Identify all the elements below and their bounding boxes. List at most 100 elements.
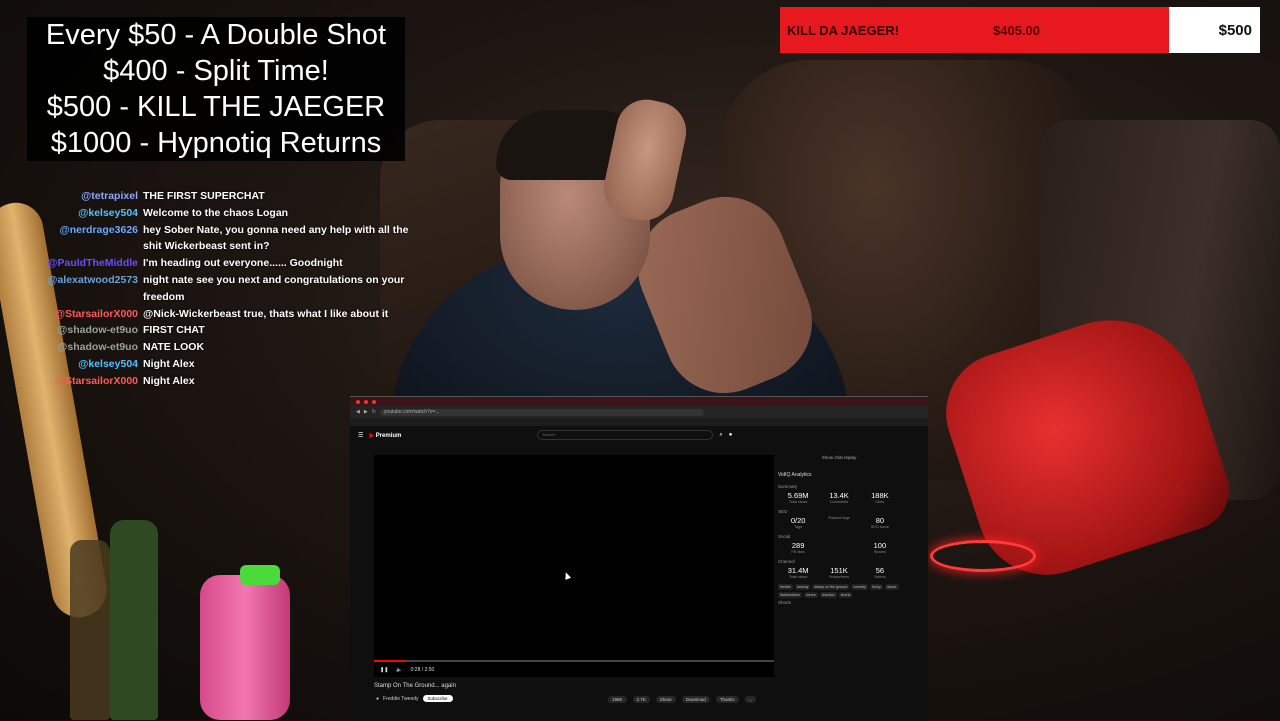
goal-line: $500 - KILL THE JAEGER (46, 91, 386, 123)
stat-value: 100 (873, 541, 887, 550)
mic-icon[interactable]: ● (729, 432, 733, 438)
video-time: 0:28 / 2:50 (410, 667, 435, 673)
tab-icon (372, 399, 376, 404)
bottle (110, 520, 158, 720)
chat-username: @shadow-et9uo (57, 324, 138, 337)
tag-chip[interactable]: italobrothers (778, 592, 802, 598)
chat-username: @shadow-et9uo (57, 341, 138, 354)
chat-text: THE FIRST SUPERCHAT (143, 190, 265, 202)
stat-label: FB likes (791, 550, 805, 554)
tag-chip[interactable]: meme (803, 592, 818, 598)
chat-message: @alexatwood2573 night nate see you next a… (30, 272, 430, 306)
chat-username: @tetrapixel (81, 190, 138, 202)
youtube-logo[interactable]: ▶ Premium (369, 432, 401, 439)
donation-current-amount: $405.00 (993, 22, 1040, 38)
stat-label: Tags (794, 525, 803, 529)
volume-icon[interactable]: 🔈 (396, 667, 402, 673)
chat-replay-button[interactable]: Show chat replay (778, 455, 900, 460)
seo-label: SEO (778, 509, 788, 514)
goal-line: Every $50 - A Double Shot (45, 19, 387, 51)
tag-chip[interactable]: stamp on the ground (812, 584, 850, 590)
chat-username: @StarsailorX000 (54, 374, 138, 387)
stat-item: 151K Subscribers (819, 566, 859, 579)
chat-text: I'm heading out everyone...... Goodnight (143, 257, 343, 270)
browser-window: ◀ ▶ ↻ youtube.com/watch?v=... ☰ ▶ Premiu… (350, 396, 928, 721)
video-action-button[interactable]: ... (744, 696, 757, 703)
chat-message: @shadow-et9uo FIRST CHAT (30, 322, 430, 339)
tag-chip[interactable]: freddie (778, 584, 793, 590)
stat-item: 100 Shares (860, 541, 900, 554)
search-input[interactable]: Search (537, 430, 714, 440)
video-action-button[interactable]: Share (655, 696, 676, 703)
channel-label: Channel (778, 559, 795, 564)
chat-message: @StarsailorX000 @Nick-Wickerbeast true, t… (30, 306, 430, 323)
video-action-button[interactable]: Thanks (715, 696, 739, 703)
search-icon[interactable]: ⌕ (719, 432, 722, 439)
stat-item: 188K Likes (860, 491, 900, 504)
social-label: Social (778, 534, 791, 539)
chat-text: Night Alex (143, 357, 195, 370)
summary-stats: 5.69M Total views 13.4K Comments 188K Likes (778, 491, 900, 504)
video-action-button[interactable]: 196K (608, 696, 627, 703)
browser-tabs[interactable] (350, 397, 928, 406)
url-input[interactable]: youtube.com/watch?v=... (379, 408, 704, 416)
stat-item: 56 Videos (860, 566, 900, 579)
back-icon[interactable]: ◀ (356, 409, 360, 415)
chat-text: FIRST CHAT (143, 324, 205, 337)
channel-name[interactable]: Freddie Tweedy (383, 696, 418, 702)
tag-chip[interactable]: shorts (838, 592, 853, 598)
tag-chip[interactable]: dance (884, 584, 899, 590)
chat-username: @StarsailorX000 (54, 307, 138, 320)
stat-label: SEO score (870, 525, 890, 529)
video-action-button[interactable]: 2.7K (632, 696, 650, 703)
stat-item: Ranked tags (819, 516, 859, 529)
video-progress-bar[interactable] (374, 660, 774, 662)
donation-progress-bar: KILL DA JAEGER! $405.00 $500 (780, 7, 1260, 53)
chat-username: @kelsey504 (78, 206, 138, 219)
summary-label: Summary (778, 484, 798, 489)
donation-goal-amount: $500 (1168, 7, 1260, 53)
stat-label: Likes (875, 500, 885, 504)
donation-progress-fill: KILL DA JAEGER! $405.00 (780, 7, 1169, 53)
forward-icon[interactable]: ▶ (364, 409, 368, 415)
stat-item: 13.4K Comments (819, 491, 859, 504)
stat-value: 289 (791, 541, 805, 550)
stat-value: 151K (830, 566, 848, 575)
tab-icon (356, 399, 360, 404)
stat-label: Total views (788, 500, 808, 504)
subscribe-button[interactable]: Subscribe (422, 695, 453, 702)
stat-value: 80 (875, 516, 885, 525)
tag-chip[interactable]: reaction (819, 592, 837, 598)
tag-chip[interactable]: tweedy (795, 584, 811, 590)
address-bar[interactable]: ◀ ▶ ↻ youtube.com/watch?v=... (350, 406, 928, 418)
reload-icon[interactable]: ↻ (372, 409, 376, 415)
chat-text: NATE LOOK (143, 341, 205, 354)
video-progress-played (374, 660, 406, 662)
chat-message: @shadow-et9uo NATE LOOK (30, 339, 430, 356)
stat-value: 31.4M (787, 566, 809, 575)
tag-chip[interactable]: funny (869, 584, 883, 590)
pause-icon[interactable]: ❚❚ (380, 667, 388, 673)
seo-stats: 0/20 Tags Ranked tags 80 SEO score (778, 516, 900, 529)
stat-label: Shares (873, 550, 886, 554)
stat-label: Subscribers (828, 575, 850, 579)
stat-value: 56 (875, 566, 885, 575)
chat-message: @PauldTheMiddle I'm heading out everyone.… (30, 255, 430, 272)
video-action-button[interactable]: Download (681, 696, 710, 703)
shorts-label[interactable]: Shorts (778, 600, 900, 605)
stat-value: 0/20 (790, 516, 806, 525)
channel-avatar[interactable]: ● (376, 696, 379, 702)
channel-info: ● Freddie Tweedy Subscribe (376, 695, 453, 702)
video-player[interactable]: ❚❚ 🔈 0:28 / 2:50 (374, 455, 774, 677)
chat-message: @tetrapixel THE FIRST SUPERCHAT (30, 188, 430, 205)
youtube-header: ☰ ▶ Premium Search ⌕ ● (350, 426, 928, 444)
menu-icon[interactable]: ☰ (358, 432, 363, 439)
chat-text: Night Alex (143, 374, 195, 387)
goal-line: $400 - Split Time! (103, 55, 329, 87)
chat-username: @alexatwood2573 (47, 273, 138, 286)
tag-chip[interactable]: comedy (851, 584, 868, 590)
bottle (70, 540, 110, 720)
social-stats: 289 FB likes 100 Shares (778, 541, 900, 554)
chat-text: night nate see you next and congratulati… (143, 273, 405, 303)
chat-text: hey Sober Nate, you gonna need any help … (143, 223, 409, 253)
